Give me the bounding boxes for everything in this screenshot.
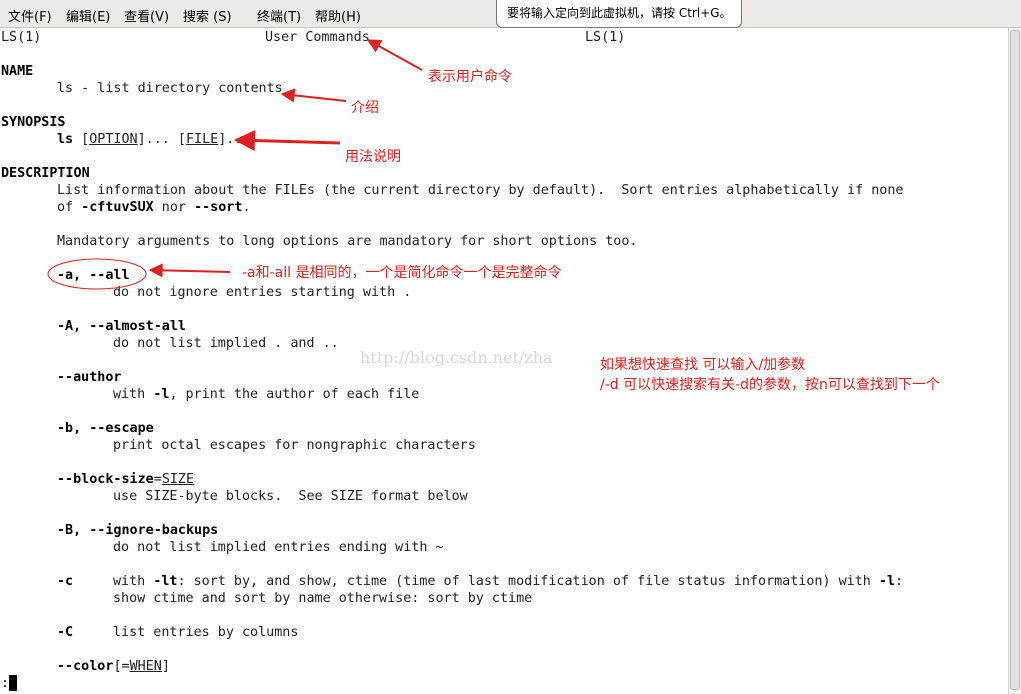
header-left: LS(1) (1, 30, 42, 45)
name-heading: NAME (1, 64, 34, 79)
opt-color-name: --color (57, 659, 114, 674)
opt-c-desc-2: show ctime and sort by name otherwise: s… (113, 591, 533, 606)
opt-author-flag: -l (153, 387, 170, 402)
synopsis-option: OPTION (89, 132, 138, 147)
mandatory-line: Mandatory arguments to long options are … (57, 234, 638, 249)
opt-c-desc-1: with -lt: sort by, and show, ctime (time… (113, 573, 903, 590)
opt-b: -b, --escape (57, 421, 154, 436)
menu-file[interactable]: 文件(F) (8, 6, 52, 25)
opt-c-pre: with (113, 574, 154, 589)
opt-c: -c (57, 574, 74, 589)
menu-help[interactable]: 帮助(H) (315, 6, 361, 25)
opt-c-end: : (895, 574, 904, 589)
synopsis-line: ls [OPTION]... [FILE]... (57, 132, 251, 147)
pager-prompt: : (1, 676, 10, 691)
opt-B-desc: do not list implied entries ending with … (113, 540, 444, 555)
desc-line-1: List information about the FILEs (the cu… (57, 183, 904, 198)
menu-view[interactable]: 查看(V) (124, 6, 169, 25)
annotation-search-tip-1: 如果想快速查找 可以输入/加参数 (600, 357, 806, 373)
opt-author-desc: with -l, print the author of each file (113, 386, 419, 403)
annotation-usage: 用法说明 (345, 149, 401, 165)
opt-color-arg: WHEN (129, 659, 162, 674)
opt-blocksize: --block-size=SIZE (57, 472, 195, 487)
synopsis-file: FILE (186, 132, 219, 147)
synopsis-heading: SYNOPSIS (1, 115, 66, 130)
scrollbar-thumb[interactable] (1010, 30, 1020, 690)
desc-flags: -cftuvSUX (81, 200, 154, 215)
opt-author-pre: with (113, 387, 154, 402)
opt-author-post: , print the author of each file (169, 387, 420, 402)
opt-C-desc: list entries by columns (113, 625, 299, 640)
menu-edit[interactable]: 编辑(E) (66, 6, 110, 25)
menu-terminal[interactable]: 终端(T) (257, 6, 301, 25)
watermark-text: http://blog.csdn.net/zha (360, 348, 553, 367)
header-right: LS(1) (585, 30, 626, 45)
vertical-scrollbar[interactable] (1008, 28, 1021, 694)
desc-end: . (242, 200, 251, 215)
menu-search[interactable]: 搜索 (S) (183, 6, 232, 25)
desc-of: of (57, 200, 82, 215)
desc-line-2: of -cftuvSUX nor --sort. (57, 199, 251, 216)
vm-input-tooltip: 要将输入定向到此虚拟机，请按 Ctrl+G。 (496, 0, 742, 28)
opt-A-desc: do not list implied . and .. (113, 336, 339, 351)
opt-blocksize-name: --block-size (57, 472, 154, 487)
opt-A: -A, --almost-all (57, 319, 186, 334)
opt-c-flag: -lt (153, 574, 178, 589)
text-cursor (9, 675, 17, 691)
opt-blocksize-desc: use SIZE-byte blocks. See SIZE format be… (113, 489, 468, 504)
opt-B: -B, --ignore-backups (57, 523, 219, 538)
header-center: User Commands (265, 30, 370, 45)
opt-blocksize-arg: SIZE (161, 472, 195, 487)
opt-C: -C (57, 625, 74, 640)
annotation-all-same: -a和-all 是相同的，一个是简化命令一个是完整命令 (242, 265, 562, 281)
opt-b-desc: print octal escapes for nongraphic chara… (113, 438, 476, 453)
opt-author: --author (57, 370, 122, 385)
annotation-search-tip-2: /-d 可以快速搜索有关-d的参数，按n可以查找到下一个 (600, 377, 940, 393)
desc-nor: nor (153, 200, 195, 215)
desc-sort: --sort (194, 200, 243, 215)
annotation-intro: 介绍 (351, 100, 379, 116)
description-heading: DESCRIPTION (1, 166, 90, 181)
annotation-user-cmd: 表示用户命令 (428, 69, 512, 85)
opt-a-desc: do not ignore entries starting with . (113, 285, 412, 300)
synopsis-cmd: ls (57, 132, 74, 147)
name-line: ls - list directory contents (57, 81, 283, 96)
opt-c-mid: : sort by, and show, ctime (time of last… (177, 574, 879, 589)
opt-a: -a, --all (57, 268, 130, 283)
opt-c-flag2: -l (878, 574, 896, 589)
opt-color: --color[=WHEN] (57, 659, 170, 674)
